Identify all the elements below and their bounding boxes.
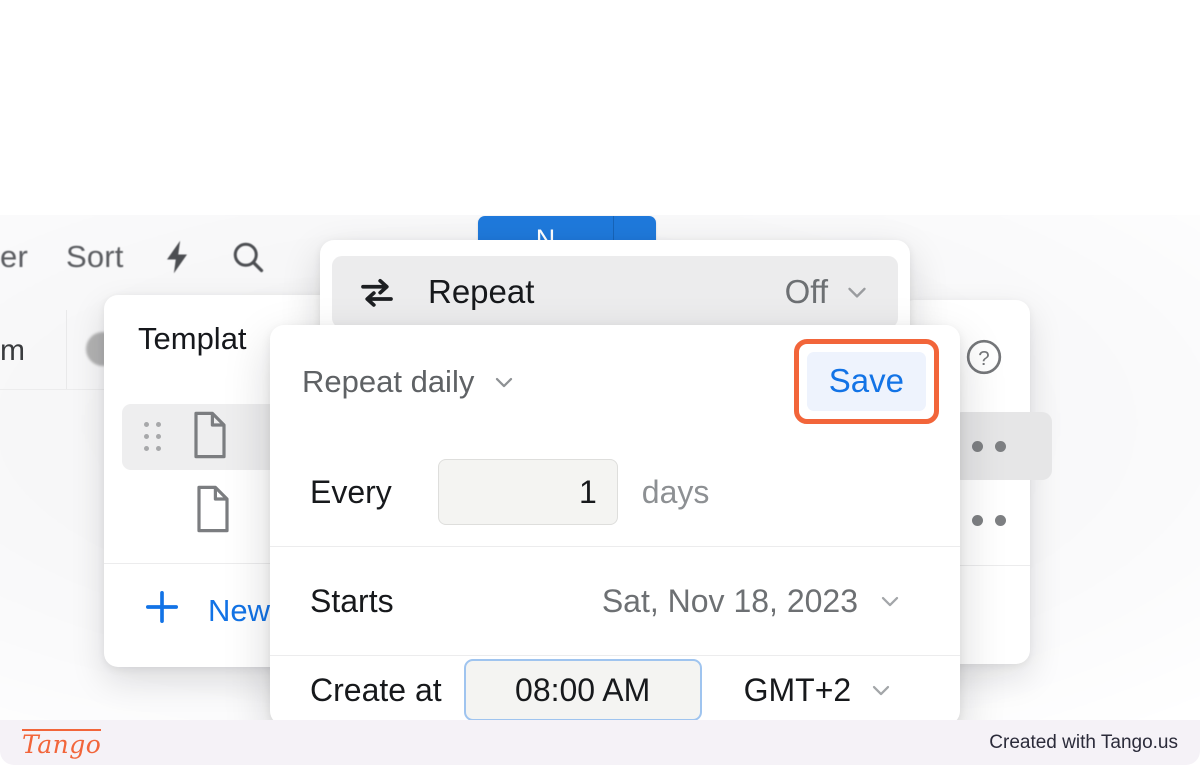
more-options-button[interactable] (952, 412, 1052, 480)
new-template-button[interactable]: New (142, 587, 270, 635)
svg-text:?: ? (978, 347, 989, 370)
document-icon (189, 411, 231, 464)
tango-logo: Tango (22, 728, 102, 759)
starts-label: Starts (310, 582, 394, 619)
plus-icon (142, 587, 182, 635)
timezone-dropdown[interactable]: GMT+2 (744, 672, 896, 709)
repeat-settings-popover: Repeat daily Save Every 1 days Starts Sa… (270, 325, 960, 722)
chevron-down-icon[interactable] (842, 277, 872, 307)
save-button[interactable]: Save (806, 352, 926, 411)
document-icon (192, 485, 234, 538)
repeat-label: Repeat (428, 273, 535, 310)
chevron-down-icon[interactable] (490, 368, 518, 396)
create-at-row: Create at 08:00 AM GMT+2 (270, 655, 960, 722)
starts-date-dropdown[interactable]: Sat, Nov 18, 2023 (602, 583, 926, 620)
frequency-dropdown[interactable]: Repeat daily (302, 364, 518, 400)
tango-footer: Tango Created with Tango.us (0, 720, 1200, 765)
sort-button-label[interactable]: Sort (66, 239, 124, 275)
tango-footer-note: Created with Tango.us (989, 731, 1178, 753)
settings-header: Repeat daily Save (270, 325, 960, 438)
filter-button-label[interactable]: er (0, 239, 28, 275)
every-label: Every (310, 473, 392, 510)
app-window: er Sort m N Templat New ? Repeat Off Rep… (0, 0, 1200, 722)
screenshot-root: er Sort m N Templat New ? Repeat Off Rep… (0, 0, 1200, 765)
create-at-time-input[interactable]: 08:00 AM (463, 659, 702, 721)
interval-unit-label: days (641, 473, 710, 510)
top-whitespace (0, 0, 1200, 215)
every-row: Every 1 days (270, 438, 960, 546)
starts-date-value: Sat, Nov 18, 2023 (601, 582, 858, 619)
repeat-toggle-row[interactable]: Repeat Off (332, 256, 898, 328)
frequency-label: Repeat daily (302, 363, 475, 399)
interval-input[interactable]: 1 (437, 459, 618, 525)
search-icon[interactable] (230, 239, 266, 275)
save-button-wrapper: Save (793, 339, 939, 424)
lightning-bolt-icon[interactable] (162, 239, 192, 275)
chevron-down-icon[interactable] (867, 676, 895, 704)
chevron-down-icon[interactable] (876, 587, 904, 615)
repeat-value: Off (784, 273, 828, 310)
create-at-label: Create at (310, 671, 442, 708)
table-cell-text: m (0, 334, 25, 367)
repeat-loop-icon (356, 271, 398, 313)
starts-row: Starts Sat, Nov 18, 2023 (270, 547, 960, 655)
new-template-label: New (208, 593, 271, 628)
templates-panel-title: Templat (138, 321, 247, 356)
more-options-button[interactable] (952, 486, 1052, 554)
drag-handle-icon[interactable] (144, 421, 163, 453)
timezone-value: GMT+2 (743, 671, 852, 708)
question-mark-circle-icon[interactable]: ? (965, 338, 1003, 381)
